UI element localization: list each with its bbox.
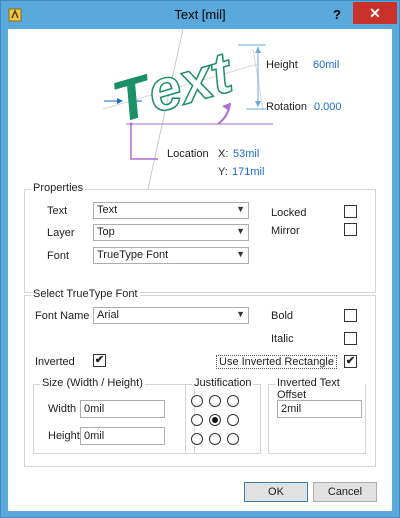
locked-label: Locked (271, 207, 307, 219)
preview-rotation-value: 0.000 (314, 101, 342, 113)
font-name-combo-value: Arial (97, 309, 120, 321)
font-label: Font (47, 250, 70, 262)
properties-group: Properties Text Text ▼ Layer Top ▼ Font … (24, 182, 376, 293)
truetype-group-title: Select TrueType Font (31, 288, 140, 300)
preview-text-rest: ext (140, 39, 241, 125)
font-combo-value: TrueType Font (97, 249, 169, 261)
inverted-offset-group: Inverted Text Offset 2mil (268, 377, 366, 454)
ok-button[interactable]: OK (244, 482, 308, 502)
text-label: Text (47, 205, 68, 217)
justify-bottom-right-radio[interactable] (227, 433, 239, 445)
layer-combo[interactable]: Top ▼ (93, 224, 249, 241)
preview-location-label: Location (167, 148, 209, 160)
justify-center-radio[interactable] (209, 414, 221, 426)
layer-combo-value: Top (97, 226, 115, 238)
dialog-window: Text [mil] ? ✕ T ext Height 60mil Rotati… (0, 0, 400, 518)
properties-group-title: Properties (31, 182, 86, 194)
text-combo[interactable]: Text ▼ (93, 202, 249, 219)
preview-x-label: X: (218, 148, 229, 160)
truetype-group: Select TrueType Font Font Name Arial ▼ B… (24, 288, 376, 467)
font-name-label: Font Name (35, 310, 90, 322)
justification-group-title: Justification (192, 377, 254, 389)
inverted-label: Inverted (35, 356, 75, 368)
width-input[interactable]: 0mil (80, 400, 165, 418)
chevron-down-icon: ▼ (236, 226, 245, 236)
size-group: Size (Width / Height) Width 0mil Height … (33, 377, 195, 454)
help-button[interactable]: ? (327, 5, 347, 25)
use-inverted-rectangle-checkbox[interactable]: ✔ (344, 355, 357, 368)
preview-height-value: 60mil (313, 59, 340, 71)
italic-label: Italic (271, 333, 294, 345)
justify-top-left-radio[interactable] (191, 395, 203, 407)
justify-bottom-center-radio[interactable] (209, 433, 221, 445)
mirror-label: Mirror (271, 225, 300, 237)
preview-y-value: 171mil (232, 166, 265, 178)
size-height-label: Height (48, 430, 80, 442)
height-input[interactable]: 0mil (80, 427, 165, 445)
justify-middle-right-radio[interactable] (227, 414, 239, 426)
chevron-down-icon: ▼ (236, 204, 245, 214)
preview-rotation-label: Rotation (266, 101, 307, 113)
bold-checkbox[interactable] (344, 309, 357, 322)
mirror-checkbox[interactable] (344, 223, 357, 236)
preview-x-value: 53mil (233, 148, 260, 160)
inverted-checkbox[interactable]: ✔ (93, 354, 106, 367)
inverted-offset-group-title: Inverted Text Offset (275, 377, 365, 401)
title-bar[interactable]: Text [mil] ? ✕ (1, 1, 399, 29)
use-inverted-rectangle-label: Use Inverted Rectangle (216, 355, 337, 369)
size-group-title: Size (Width / Height) (40, 377, 145, 389)
font-name-combo[interactable]: Arial ▼ (93, 307, 249, 324)
justify-top-right-radio[interactable] (227, 395, 239, 407)
chevron-down-icon: ▼ (236, 249, 245, 259)
dialog-body: T ext Height 60mil Rotation 0.000 Locati… (8, 29, 392, 511)
inverted-offset-input[interactable]: 2mil (277, 400, 362, 418)
justify-middle-left-radio[interactable] (191, 414, 203, 426)
locked-checkbox[interactable] (344, 205, 357, 218)
close-button[interactable]: ✕ (353, 2, 397, 24)
width-label: Width (48, 403, 77, 415)
justify-top-center-radio[interactable] (209, 395, 221, 407)
layer-label: Layer (47, 227, 75, 239)
bold-label: Bold (271, 310, 294, 322)
italic-checkbox[interactable] (344, 332, 357, 345)
cancel-button[interactable]: Cancel (313, 482, 377, 502)
preview-height-label: Height (266, 59, 298, 71)
preview-y-label: Y: (218, 166, 228, 178)
justification-group: Justification (185, 377, 261, 454)
justify-bottom-left-radio[interactable] (191, 433, 203, 445)
text-combo-value: Text (97, 204, 118, 216)
chevron-down-icon: ▼ (236, 309, 245, 319)
font-combo[interactable]: TrueType Font ▼ (93, 247, 249, 264)
